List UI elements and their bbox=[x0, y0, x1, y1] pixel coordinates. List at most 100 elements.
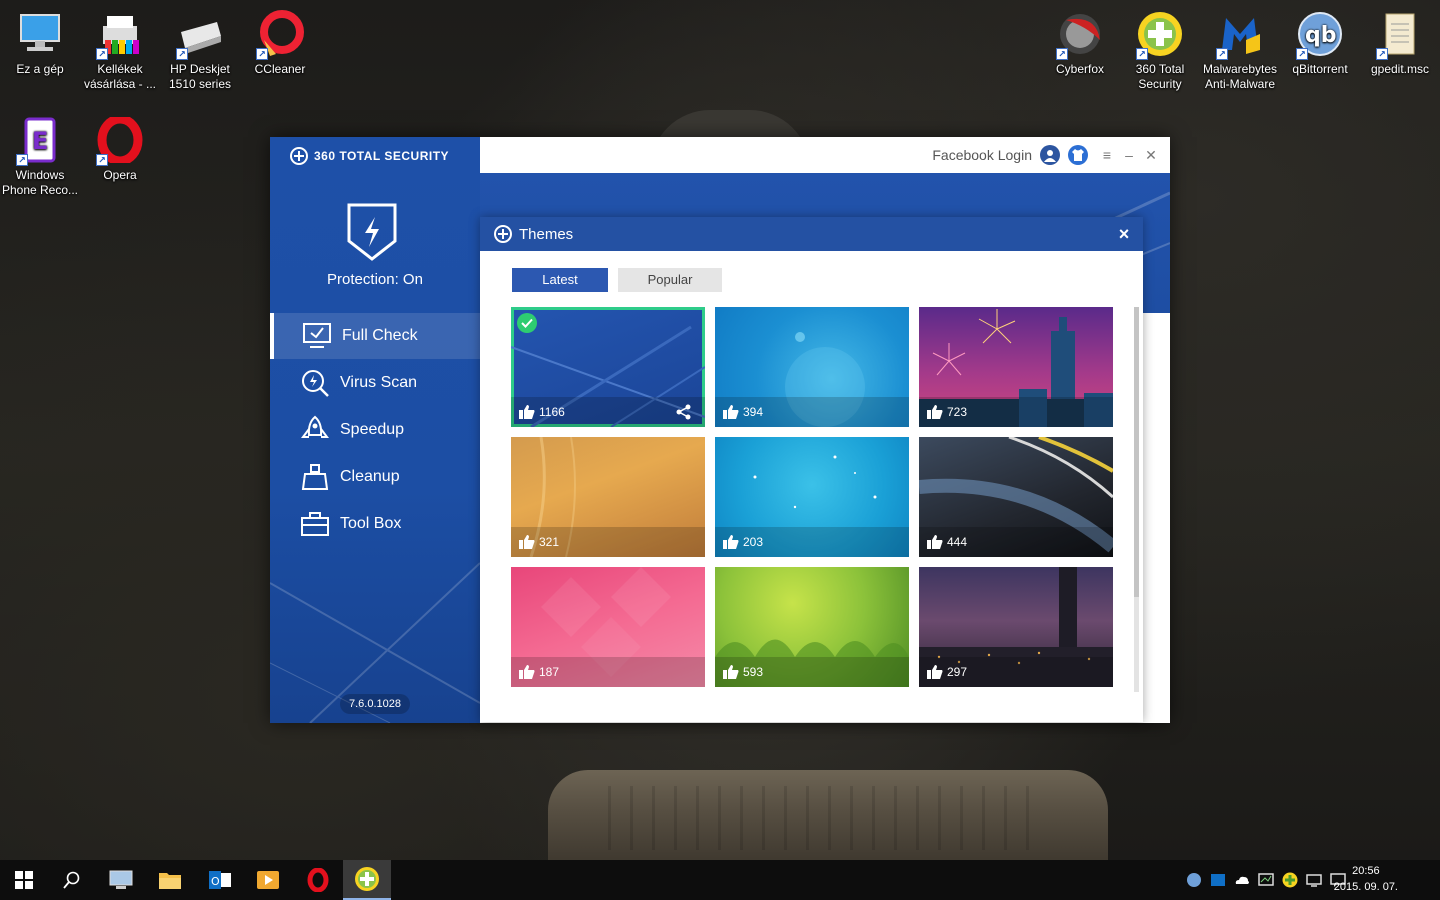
clock[interactable]: 20:56 2015. 09. 07. bbox=[1334, 863, 1398, 895]
start-button[interactable] bbox=[0, 860, 48, 900]
selected-check-icon bbox=[517, 313, 537, 333]
theme-like-bar: 394 bbox=[715, 397, 909, 427]
thumbs-up-icon[interactable] bbox=[723, 535, 739, 549]
desktop-icon-cyberfox[interactable]: ↗ Cyberfox bbox=[1040, 10, 1120, 77]
broom-icon bbox=[298, 462, 332, 492]
thumbs-up-icon[interactable] bbox=[723, 405, 739, 419]
tab-latest[interactable]: Latest bbox=[512, 268, 608, 292]
sidebar: 360 TOTAL SECURITY Protection: On Full C… bbox=[270, 137, 480, 723]
desktop-icon-ccleaner[interactable]: ↗ CCleaner bbox=[240, 10, 320, 77]
desktop-icon-gpedit[interactable]: ↗ gpedit.msc bbox=[1360, 10, 1440, 77]
thumbs-up-icon[interactable] bbox=[723, 665, 739, 679]
theme-card[interactable]: 1166 bbox=[511, 307, 705, 427]
qbittorrent-tray-icon[interactable] bbox=[1186, 872, 1202, 888]
theme-like-bar: 297 bbox=[919, 657, 1113, 687]
share-icon[interactable] bbox=[675, 403, 693, 421]
360-security-icon: ↗ bbox=[1136, 10, 1184, 60]
computer-icon bbox=[16, 10, 64, 58]
wallpaper-stump bbox=[548, 770, 1108, 870]
theme-card[interactable]: 187 bbox=[511, 567, 705, 687]
nav-tool-box[interactable]: Tool Box bbox=[270, 501, 480, 547]
theme-card[interactable]: 203 bbox=[715, 437, 909, 557]
document-icon: ↗ bbox=[1376, 10, 1424, 60]
cyberfox-icon: ↗ bbox=[1056, 10, 1104, 60]
theme-card[interactable]: 723 bbox=[919, 307, 1113, 427]
thumbs-up-icon[interactable] bbox=[927, 535, 943, 549]
close-icon[interactable]: × bbox=[1115, 225, 1133, 243]
thumbs-up-icon[interactable] bbox=[927, 405, 943, 419]
svg-text:qb: qb bbox=[1305, 23, 1337, 48]
taskbar-outlook[interactable]: O bbox=[196, 860, 244, 900]
menu-icon[interactable]: ≡ bbox=[1096, 147, 1118, 163]
rocket-icon bbox=[298, 415, 332, 445]
display-icon[interactable] bbox=[1306, 872, 1322, 888]
desktop-icon-this-pc[interactable]: Ez a gép bbox=[0, 10, 80, 77]
computer-icon bbox=[109, 870, 133, 889]
theme-card[interactable]: 297 bbox=[919, 567, 1113, 687]
svg-text:O: O bbox=[211, 875, 220, 888]
themes-scrollbar[interactable] bbox=[1134, 307, 1139, 692]
theme-like-bar: 203 bbox=[715, 527, 909, 557]
search-button[interactable] bbox=[48, 860, 96, 900]
skin-shirt-icon[interactable] bbox=[1068, 145, 1088, 165]
qbittorrent-icon: qb ↗ bbox=[1296, 10, 1344, 60]
theme-like-bar: 723 bbox=[919, 397, 1113, 427]
360-logo-icon bbox=[290, 147, 308, 165]
svg-text:E: E bbox=[32, 127, 48, 155]
close-icon[interactable]: ✕ bbox=[1140, 147, 1162, 164]
theme-like-bar: 187 bbox=[511, 657, 705, 687]
user-icon[interactable] bbox=[1040, 145, 1060, 165]
desktop-icon-opera[interactable]: ↗ Opera bbox=[80, 116, 160, 183]
nav-speedup[interactable]: Speedup bbox=[270, 407, 480, 453]
desktop-icon-malwarebytes[interactable]: ↗ Malwarebytes Anti-Malware bbox=[1200, 10, 1280, 92]
outlook-tray-icon[interactable] bbox=[1210, 872, 1226, 888]
themes-dialog-header: Themes × bbox=[480, 217, 1143, 251]
tab-popular[interactable]: Popular bbox=[618, 268, 722, 292]
desktop-icon-qbittorrent[interactable]: qb ↗ qBittorrent bbox=[1280, 10, 1360, 77]
theme-card[interactable]: 394 bbox=[715, 307, 909, 427]
taskbar-media-player[interactable] bbox=[244, 860, 292, 900]
network-monitor-icon[interactable] bbox=[1258, 872, 1274, 888]
thumbs-up-icon[interactable] bbox=[519, 405, 535, 419]
360-tray-icon[interactable] bbox=[1282, 872, 1298, 888]
360-logo-icon bbox=[494, 225, 512, 243]
outlook-icon: O bbox=[209, 871, 231, 889]
version-badge: 7.6.0.1028 bbox=[340, 694, 410, 714]
taskbar: O 20:56 2015. 09. 07. bbox=[0, 860, 1440, 900]
minimize-icon[interactable]: – bbox=[1118, 147, 1140, 163]
desktop-icon-hp-deskjet[interactable]: ↗ HP Deskjet 1510 series bbox=[160, 10, 240, 92]
themes-tabs: Latest Popular bbox=[512, 268, 732, 292]
nav-cleanup[interactable]: Cleanup bbox=[270, 454, 480, 500]
taskbar-file-explorer[interactable] bbox=[146, 860, 194, 900]
desktop-icon-windows-phone-recovery[interactable]: E ↗ Windows Phone Reco... bbox=[0, 116, 80, 198]
desktop-icon-360-total-security[interactable]: ↗ 360 Total Security bbox=[1120, 10, 1200, 92]
thumbs-up-icon[interactable] bbox=[519, 535, 535, 549]
scrollbar-thumb[interactable] bbox=[1134, 307, 1139, 597]
thumbs-up-icon[interactable] bbox=[927, 665, 943, 679]
taskbar-this-pc[interactable] bbox=[97, 860, 145, 900]
theme-card[interactable]: 444 bbox=[919, 437, 1113, 557]
theme-like-bar: 444 bbox=[919, 527, 1113, 557]
taskbar-opera[interactable] bbox=[294, 860, 342, 900]
sidebar-decoration bbox=[270, 562, 480, 723]
brand: 360 TOTAL SECURITY bbox=[290, 146, 449, 166]
toolbox-icon bbox=[298, 509, 332, 539]
theme-card[interactable]: 321 bbox=[511, 437, 705, 557]
start-icon bbox=[15, 871, 33, 889]
onedrive-icon[interactable] bbox=[1234, 872, 1250, 888]
printer-supplies-icon: ↗ bbox=[96, 10, 144, 60]
title-bar: Facebook Login ≡ – ✕ bbox=[480, 137, 1170, 173]
thumbs-up-icon[interactable] bbox=[519, 665, 535, 679]
facebook-login-link[interactable]: Facebook Login bbox=[932, 147, 1032, 163]
nav-virus-scan[interactable]: Virus Scan bbox=[270, 360, 480, 406]
desktop-icon-supplies[interactable]: ↗ Kellékek vásárlása - ... bbox=[80, 10, 160, 92]
themes-dialog: Themes × Latest Popular 1166 394 723 321… bbox=[480, 217, 1143, 722]
taskbar-360-total-security[interactable] bbox=[343, 860, 391, 900]
protection-status: Protection: On bbox=[327, 271, 423, 288]
scan-icon bbox=[298, 368, 332, 398]
themes-dialog-title: Themes bbox=[519, 225, 574, 243]
theme-card[interactable]: 593 bbox=[715, 567, 909, 687]
nav-full-check[interactable]: Full Check bbox=[270, 313, 480, 359]
360-security-icon bbox=[355, 867, 379, 891]
ccleaner-icon: ↗ bbox=[256, 10, 304, 60]
